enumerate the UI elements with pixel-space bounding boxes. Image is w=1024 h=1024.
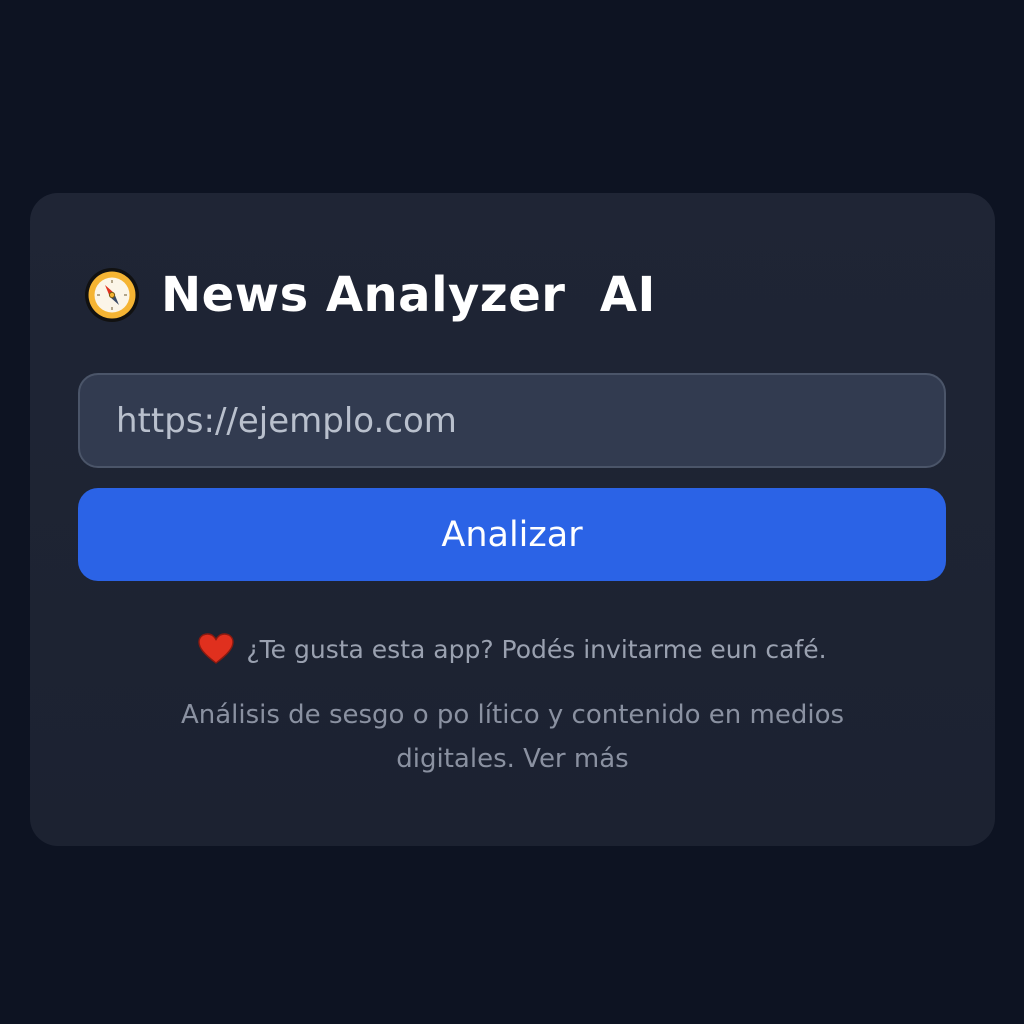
header: News Analyzer AI [83, 265, 656, 325]
coffee-link[interactable]: ¿Te gusta esta app? Podés invitarme eun … [246, 635, 826, 664]
heart-icon [198, 633, 235, 664]
coffee-row: ¿Te gusta esta app? Podés invitarme eun … [30, 633, 995, 665]
description-text: Análisis de sesgo o po lítico y contenid… [180, 700, 845, 774]
analyze-button[interactable]: Analizar [78, 488, 946, 581]
app-description: Análisis de sesgo o po lítico y contenid… [180, 693, 845, 781]
main-card: News Analyzer AI Analizar ¿Te gusta esta… [30, 193, 995, 846]
more-link[interactable]: Ver más [523, 744, 629, 774]
page-title: News Analyzer AI [161, 267, 656, 323]
url-input[interactable] [78, 373, 946, 468]
compass-icon [85, 268, 139, 322]
